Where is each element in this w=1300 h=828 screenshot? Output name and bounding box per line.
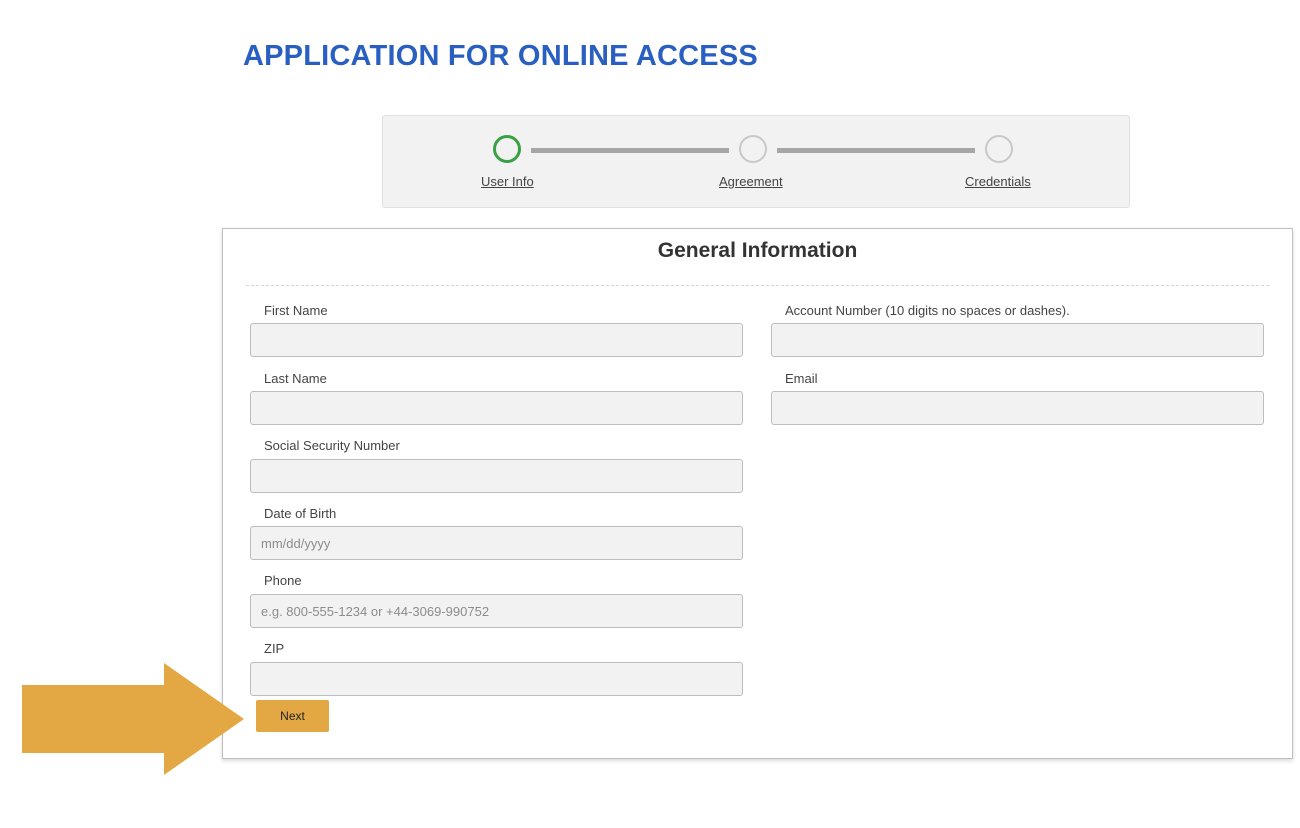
account-number-input[interactable]: [771, 323, 1264, 357]
email-label: Email: [785, 371, 818, 386]
step-connector: [777, 148, 975, 153]
phone-label: Phone: [264, 573, 302, 588]
first-name-input[interactable]: [250, 323, 743, 357]
last-name-input[interactable]: [250, 391, 743, 425]
step-user-info-circle-icon: [493, 135, 521, 163]
step-credentials-link[interactable]: Credentials: [965, 174, 1031, 189]
step-user-info-link[interactable]: User Info: [481, 174, 534, 189]
step-agreement-circle-icon: [739, 135, 767, 163]
first-name-label: First Name: [264, 303, 328, 318]
ssn-input[interactable]: [250, 459, 743, 493]
next-button[interactable]: Next: [256, 700, 329, 732]
zip-label: ZIP: [264, 641, 285, 656]
page-title: APPLICATION FOR ONLINE ACCESS: [243, 40, 758, 72]
phone-input[interactable]: [250, 594, 743, 628]
progress-stepper: User Info Agreement Credentials: [382, 115, 1130, 208]
form-heading: General Information: [657, 239, 858, 262]
last-name-label: Last Name: [264, 371, 327, 386]
step-connector: [531, 148, 729, 153]
date-of-birth-input[interactable]: [250, 526, 743, 560]
email-input[interactable]: [771, 391, 1264, 425]
ssn-label: Social Security Number: [264, 438, 400, 453]
account-number-label: Account Number (10 digits no spaces or d…: [785, 303, 1070, 318]
arrow-right-icon: [22, 663, 244, 775]
general-information-form: General Information First Name Last Name…: [222, 228, 1293, 759]
zip-input[interactable]: [250, 662, 743, 696]
divider: [246, 285, 1269, 286]
page: APPLICATION FOR ONLINE ACCESS User Info …: [0, 0, 1300, 828]
step-credentials-circle-icon: [985, 135, 1013, 163]
step-agreement-link[interactable]: Agreement: [719, 174, 783, 189]
date-of-birth-label: Date of Birth: [264, 506, 337, 521]
